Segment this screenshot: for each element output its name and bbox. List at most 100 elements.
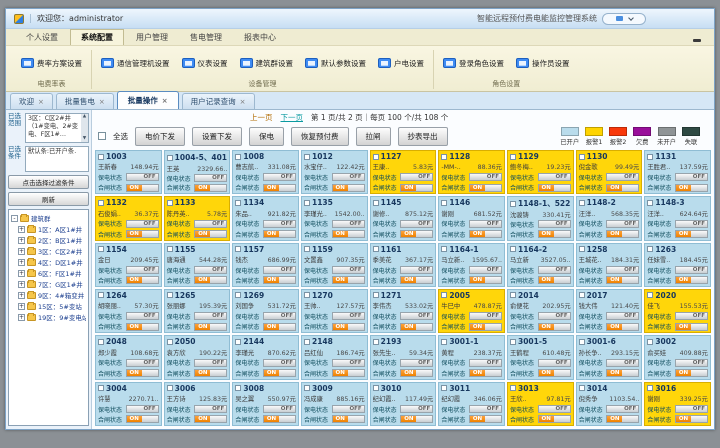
baodian-toggle[interactable]: OFF: [538, 359, 571, 367]
hezha-toggle[interactable]: ON: [263, 369, 296, 377]
baodian-toggle[interactable]: OFF: [606, 173, 639, 181]
hezha-toggle[interactable]: ON: [606, 369, 639, 377]
ribbon-button[interactable]: 费率方案设置: [18, 56, 85, 71]
baodian-toggle[interactable]: OFF: [675, 405, 708, 413]
hezha-toggle[interactable]: ON: [126, 230, 159, 238]
baodian-toggle[interactable]: OFF: [469, 312, 502, 320]
expand-icon[interactable]: +: [18, 248, 25, 255]
baodian-toggle[interactable]: OFF: [263, 173, 296, 181]
hezha-toggle[interactable]: ON: [400, 184, 433, 192]
scroll-up-icon[interactable]: ▲: [83, 114, 86, 120]
hezha-toggle[interactable]: ON: [126, 415, 159, 423]
doc-tab-1[interactable]: 批量售电×: [56, 93, 114, 109]
baodian-toggle[interactable]: OFF: [332, 359, 365, 367]
room-checkbox[interactable]: [235, 385, 241, 391]
expand-icon[interactable]: +: [18, 314, 25, 321]
room-checkbox[interactable]: [647, 385, 653, 391]
room-checkbox[interactable]: [510, 339, 516, 345]
ribbon-button[interactable]: 仪表设置: [179, 56, 231, 71]
hezha-toggle[interactable]: ON: [400, 276, 433, 284]
expand-icon[interactable]: +: [18, 281, 25, 288]
baodian-toggle[interactable]: OFF: [194, 266, 227, 274]
hezha-toggle[interactable]: ON: [332, 369, 365, 377]
room-checkbox[interactable]: [373, 292, 379, 298]
baodian-toggle[interactable]: OFF: [675, 359, 708, 367]
room-checkbox[interactable]: [441, 292, 447, 298]
baodian-toggle[interactable]: OFF: [263, 266, 296, 274]
room-checkbox[interactable]: [304, 246, 310, 252]
tree-item-1[interactable]: +2区：B区1#井（B区…: [18, 235, 86, 245]
ribbon-button[interactable]: 操作员设置: [513, 56, 573, 71]
prev-page-link[interactable]: 上一页: [250, 112, 273, 123]
tree-item-5[interactable]: +7区：G区1#井: [18, 279, 86, 289]
tree-item-0[interactable]: +1区：A区1#井: [18, 224, 86, 234]
tree-item-7[interactable]: +15区：5#变站（3#…: [18, 301, 86, 311]
select-all-checkbox[interactable]: [98, 132, 106, 140]
baodian-toggle[interactable]: OFF: [469, 220, 502, 228]
ribbon-button[interactable]: 默认参数设置: [302, 56, 369, 71]
baodian-toggle[interactable]: OFF: [263, 220, 296, 228]
toolbar-button-0[interactable]: 电价下发: [135, 127, 185, 146]
hezha-toggle[interactable]: ON: [194, 415, 227, 423]
refresh-button[interactable]: 刷新: [8, 192, 89, 206]
ribbon-tab-4[interactable]: 报表中心: [234, 30, 286, 45]
room-checkbox[interactable]: [373, 339, 379, 345]
hezha-toggle[interactable]: ON: [469, 276, 502, 284]
baodian-toggle[interactable]: OFF: [538, 405, 571, 413]
room-checkbox[interactable]: [235, 292, 241, 298]
ribbon-tab-0[interactable]: 个人设置: [16, 30, 68, 45]
room-checkbox[interactable]: [510, 201, 516, 207]
baodian-toggle[interactable]: OFF: [400, 359, 433, 367]
baodian-toggle[interactable]: OFF: [400, 220, 433, 228]
room-checkbox[interactable]: [235, 339, 241, 345]
selected-condition-box[interactable]: 默认条:已开户条.: [25, 146, 89, 172]
room-checkbox[interactable]: [579, 154, 585, 160]
hezha-toggle[interactable]: ON: [400, 415, 433, 423]
skin-dropdown[interactable]: [602, 13, 646, 25]
baodian-toggle[interactable]: OFF: [263, 312, 296, 320]
expand-icon[interactable]: +: [18, 259, 25, 266]
room-checkbox[interactable]: [235, 200, 241, 206]
hezha-toggle[interactable]: ON: [263, 230, 296, 238]
room-checkbox[interactable]: [167, 385, 173, 391]
room-checkbox[interactable]: [167, 200, 173, 206]
room-checkbox[interactable]: [304, 339, 310, 345]
baodian-toggle[interactable]: OFF: [194, 220, 227, 228]
toolbar-button-1[interactable]: 设置下发: [192, 127, 242, 146]
baodian-toggle[interactable]: OFF: [469, 266, 502, 274]
tree-item-8[interactable]: +19区：9#变电站（…: [18, 312, 86, 322]
hezha-toggle[interactable]: ON: [332, 184, 365, 192]
room-checkbox[interactable]: [304, 154, 310, 160]
hezha-toggle[interactable]: ON: [606, 276, 639, 284]
tree-item-4[interactable]: +6区：F区1#井（F区…: [18, 268, 86, 278]
room-checkbox[interactable]: [441, 339, 447, 345]
room-checkbox[interactable]: [441, 200, 447, 206]
hezha-toggle[interactable]: ON: [675, 184, 708, 192]
baodian-toggle[interactable]: OFF: [606, 220, 639, 228]
baodian-toggle[interactable]: OFF: [332, 312, 365, 320]
expand-icon[interactable]: +: [18, 237, 25, 244]
baodian-toggle[interactable]: OFF: [469, 405, 502, 413]
room-checkbox[interactable]: [647, 246, 653, 252]
hezha-toggle[interactable]: ON: [263, 415, 296, 423]
room-checkbox[interactable]: [98, 246, 104, 252]
room-checkbox[interactable]: [647, 154, 653, 160]
ribbon-button[interactable]: 通信管理机设置: [98, 56, 173, 71]
tree-root[interactable]: -建筑群: [11, 213, 86, 223]
room-checkbox[interactable]: [98, 292, 104, 298]
close-icon[interactable]: ×: [99, 98, 105, 106]
baodian-toggle[interactable]: OFF: [332, 405, 365, 413]
hezha-toggle[interactable]: ON: [126, 276, 159, 284]
ribbon-button[interactable]: 建筑群设置: [237, 56, 297, 71]
hezha-toggle[interactable]: ON: [332, 415, 365, 423]
baodian-toggle[interactable]: OFF: [606, 266, 639, 274]
room-checkbox[interactable]: [441, 154, 447, 160]
ribbon-tab-1[interactable]: 系统配置: [70, 29, 124, 45]
room-checkbox[interactable]: [647, 200, 653, 206]
hezha-toggle[interactable]: ON: [469, 184, 502, 192]
baodian-toggle[interactable]: OFF: [126, 173, 159, 181]
hezha-toggle[interactable]: ON: [194, 276, 227, 284]
hezha-toggle[interactable]: ON: [469, 369, 502, 377]
toolbar-button-4[interactable]: 拉闸: [356, 127, 391, 146]
room-checkbox[interactable]: [510, 154, 516, 160]
